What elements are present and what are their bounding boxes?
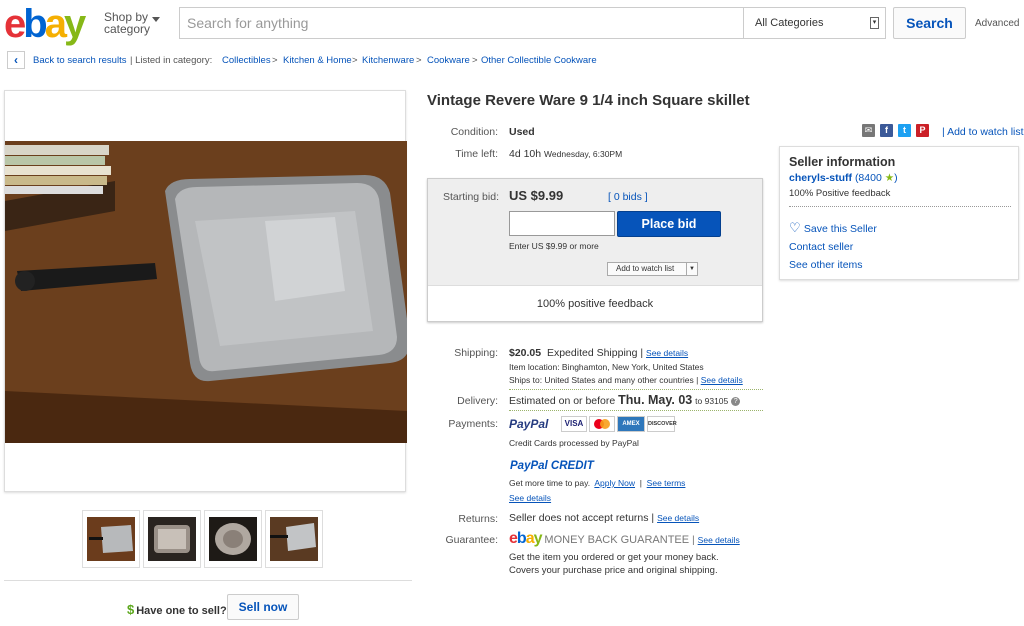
bid-hint: Enter US $9.99 or more: [509, 241, 599, 251]
ships-to-see-details-link[interactable]: See details: [701, 375, 743, 385]
visa-logo: VISA: [561, 416, 587, 432]
product-photo[interactable]: [5, 141, 407, 443]
contact-seller-link[interactable]: Contact seller: [789, 241, 853, 253]
guarantee-line-1: Get the item you ordered or get your mon…: [509, 552, 719, 563]
thumbnail-2[interactable]: [143, 510, 201, 568]
email-icon[interactable]: ✉: [862, 124, 875, 137]
seller-heading: Seller information: [789, 155, 896, 169]
thumbnail-1[interactable]: [82, 510, 140, 568]
guarantee-line-2: Covers your purchase price and original …: [509, 565, 718, 576]
seller-name[interactable]: cheryls-stuff (8400 ★): [789, 172, 898, 184]
bid-box: Starting bid: US $9.99 [ 0 bids ] Place …: [427, 178, 763, 322]
bid-amount-input[interactable]: [509, 211, 615, 236]
chevron-down-icon: [152, 17, 160, 22]
back-arrow-icon[interactable]: ‹: [7, 51, 25, 69]
sell-now-button[interactable]: Sell now: [227, 594, 299, 620]
breadcrumb-item[interactable]: Collectibles: [222, 55, 271, 66]
search-button[interactable]: Search: [893, 7, 966, 39]
listed-in-label: | Listed in category:: [130, 55, 213, 66]
main-image-panel[interactable]: [4, 90, 407, 492]
money-back-guarantee: ebay MONEY BACK GUARANTEE | See details: [509, 530, 740, 547]
delivery-label: Delivery:: [457, 395, 498, 407]
starting-bid-label: Starting bid:: [442, 191, 499, 203]
twitter-icon[interactable]: t: [898, 124, 911, 137]
shipping-label: Shipping:: [454, 347, 498, 359]
time-left-label: Time left:: [455, 148, 498, 160]
payments-label: Payments:: [448, 418, 498, 430]
have-one-to-sell: $ Have one to sell?: [127, 602, 227, 617]
returns-value: Seller does not accept returns | See det…: [509, 512, 700, 524]
divider: [789, 206, 1011, 207]
back-to-results-link[interactable]: Back to search results: [33, 55, 126, 66]
category-select[interactable]: All Categories ▾: [743, 7, 886, 39]
add-to-watch-list-link[interactable]: | Add to watch list: [942, 126, 1024, 138]
divider: [509, 410, 763, 411]
ebay-small-logo: ebay: [509, 530, 542, 547]
starting-bid-value: US $9.99: [509, 188, 564, 203]
amex-logo: AMEX: [617, 416, 645, 432]
item-location: Item location: Binghamton, New York, Uni…: [509, 362, 704, 372]
mastercard-logo: [589, 416, 615, 432]
heart-icon: ♡: [789, 220, 801, 235]
positive-feedback-note: 100% positive feedback: [428, 285, 762, 321]
chevron-down-icon[interactable]: ▼: [686, 263, 697, 275]
add-to-watch-list-button[interactable]: Add to watch list ▼: [607, 262, 698, 276]
thumbnail-4[interactable]: [265, 510, 323, 568]
returns-see-details-link[interactable]: See details: [657, 513, 699, 523]
bid-count-link[interactable]: [ 0 bids ]: [608, 191, 648, 203]
divider: [509, 389, 763, 390]
seller-info-panel: Seller information cheryls-stuff (8400 ★…: [779, 146, 1019, 280]
star-icon: ★: [884, 172, 895, 184]
breadcrumb-item[interactable]: Kitchen & Home: [283, 55, 352, 66]
see-other-items-link[interactable]: See other items: [789, 259, 863, 271]
apply-now-link[interactable]: Apply Now: [594, 478, 635, 488]
dropdown-arrow-icon: ▾: [870, 17, 879, 29]
divider: [4, 580, 412, 581]
paypal-credit-note: Get more time to pay. Apply Now | See te…: [509, 478, 686, 488]
condition-label: Condition:: [450, 126, 498, 138]
ships-to: Ships to: United States and many other c…: [509, 375, 743, 385]
discover-logo: DISCOVER: [647, 416, 677, 432]
delivery-value: Estimated on or before Thu. May. 03 to 9…: [509, 393, 741, 407]
shipping-value: $20.05 Expedited Shipping | See details: [509, 347, 689, 359]
save-seller-link[interactable]: ♡ Save this Seller: [789, 220, 877, 236]
advanced-search-link[interactable]: Advanced: [975, 18, 1019, 29]
paypal-credit-logo: PayPal CREDIT: [510, 460, 594, 472]
ebay-logo[interactable]: ebay: [4, 2, 86, 46]
breadcrumb-item[interactable]: Cookware: [427, 55, 470, 66]
returns-label: Returns:: [458, 513, 498, 525]
shop-by-category-button[interactable]: Shop by category: [104, 11, 160, 35]
credit-cards-note: Credit Cards processed by PayPal: [509, 438, 639, 448]
info-icon[interactable]: ?: [731, 396, 741, 406]
condition-value: Used: [509, 126, 535, 138]
breadcrumb-item[interactable]: Kitchenware: [362, 55, 414, 66]
breadcrumb-item[interactable]: Other Collectible Cookware: [481, 55, 597, 66]
time-left-value: 4d 10h Wednesday, 6:30PM: [509, 148, 623, 160]
see-terms-link[interactable]: See terms: [647, 478, 686, 488]
place-bid-button[interactable]: Place bid: [617, 211, 721, 237]
shipping-see-details-link[interactable]: See details: [646, 348, 688, 358]
search-input[interactable]: Search for anything: [179, 7, 743, 39]
pinterest-icon[interactable]: P: [916, 124, 929, 137]
dollar-icon: $: [127, 602, 135, 617]
facebook-icon[interactable]: f: [880, 124, 893, 137]
site-header: ebay Shop by category Search for anythin…: [0, 0, 1024, 48]
guarantee-label: Guarantee:: [445, 534, 498, 546]
guarantee-see-details-link[interactable]: See details: [698, 535, 740, 545]
payments-see-details-link[interactable]: See details: [509, 493, 551, 503]
paypal-logo: PayPal: [509, 417, 549, 431]
thumbnail-3[interactable]: [204, 510, 262, 568]
seller-positive-feedback: 100% Positive feedback: [789, 188, 891, 199]
listing-title: Vintage Revere Ware 9 1/4 inch Square sk…: [427, 92, 750, 109]
